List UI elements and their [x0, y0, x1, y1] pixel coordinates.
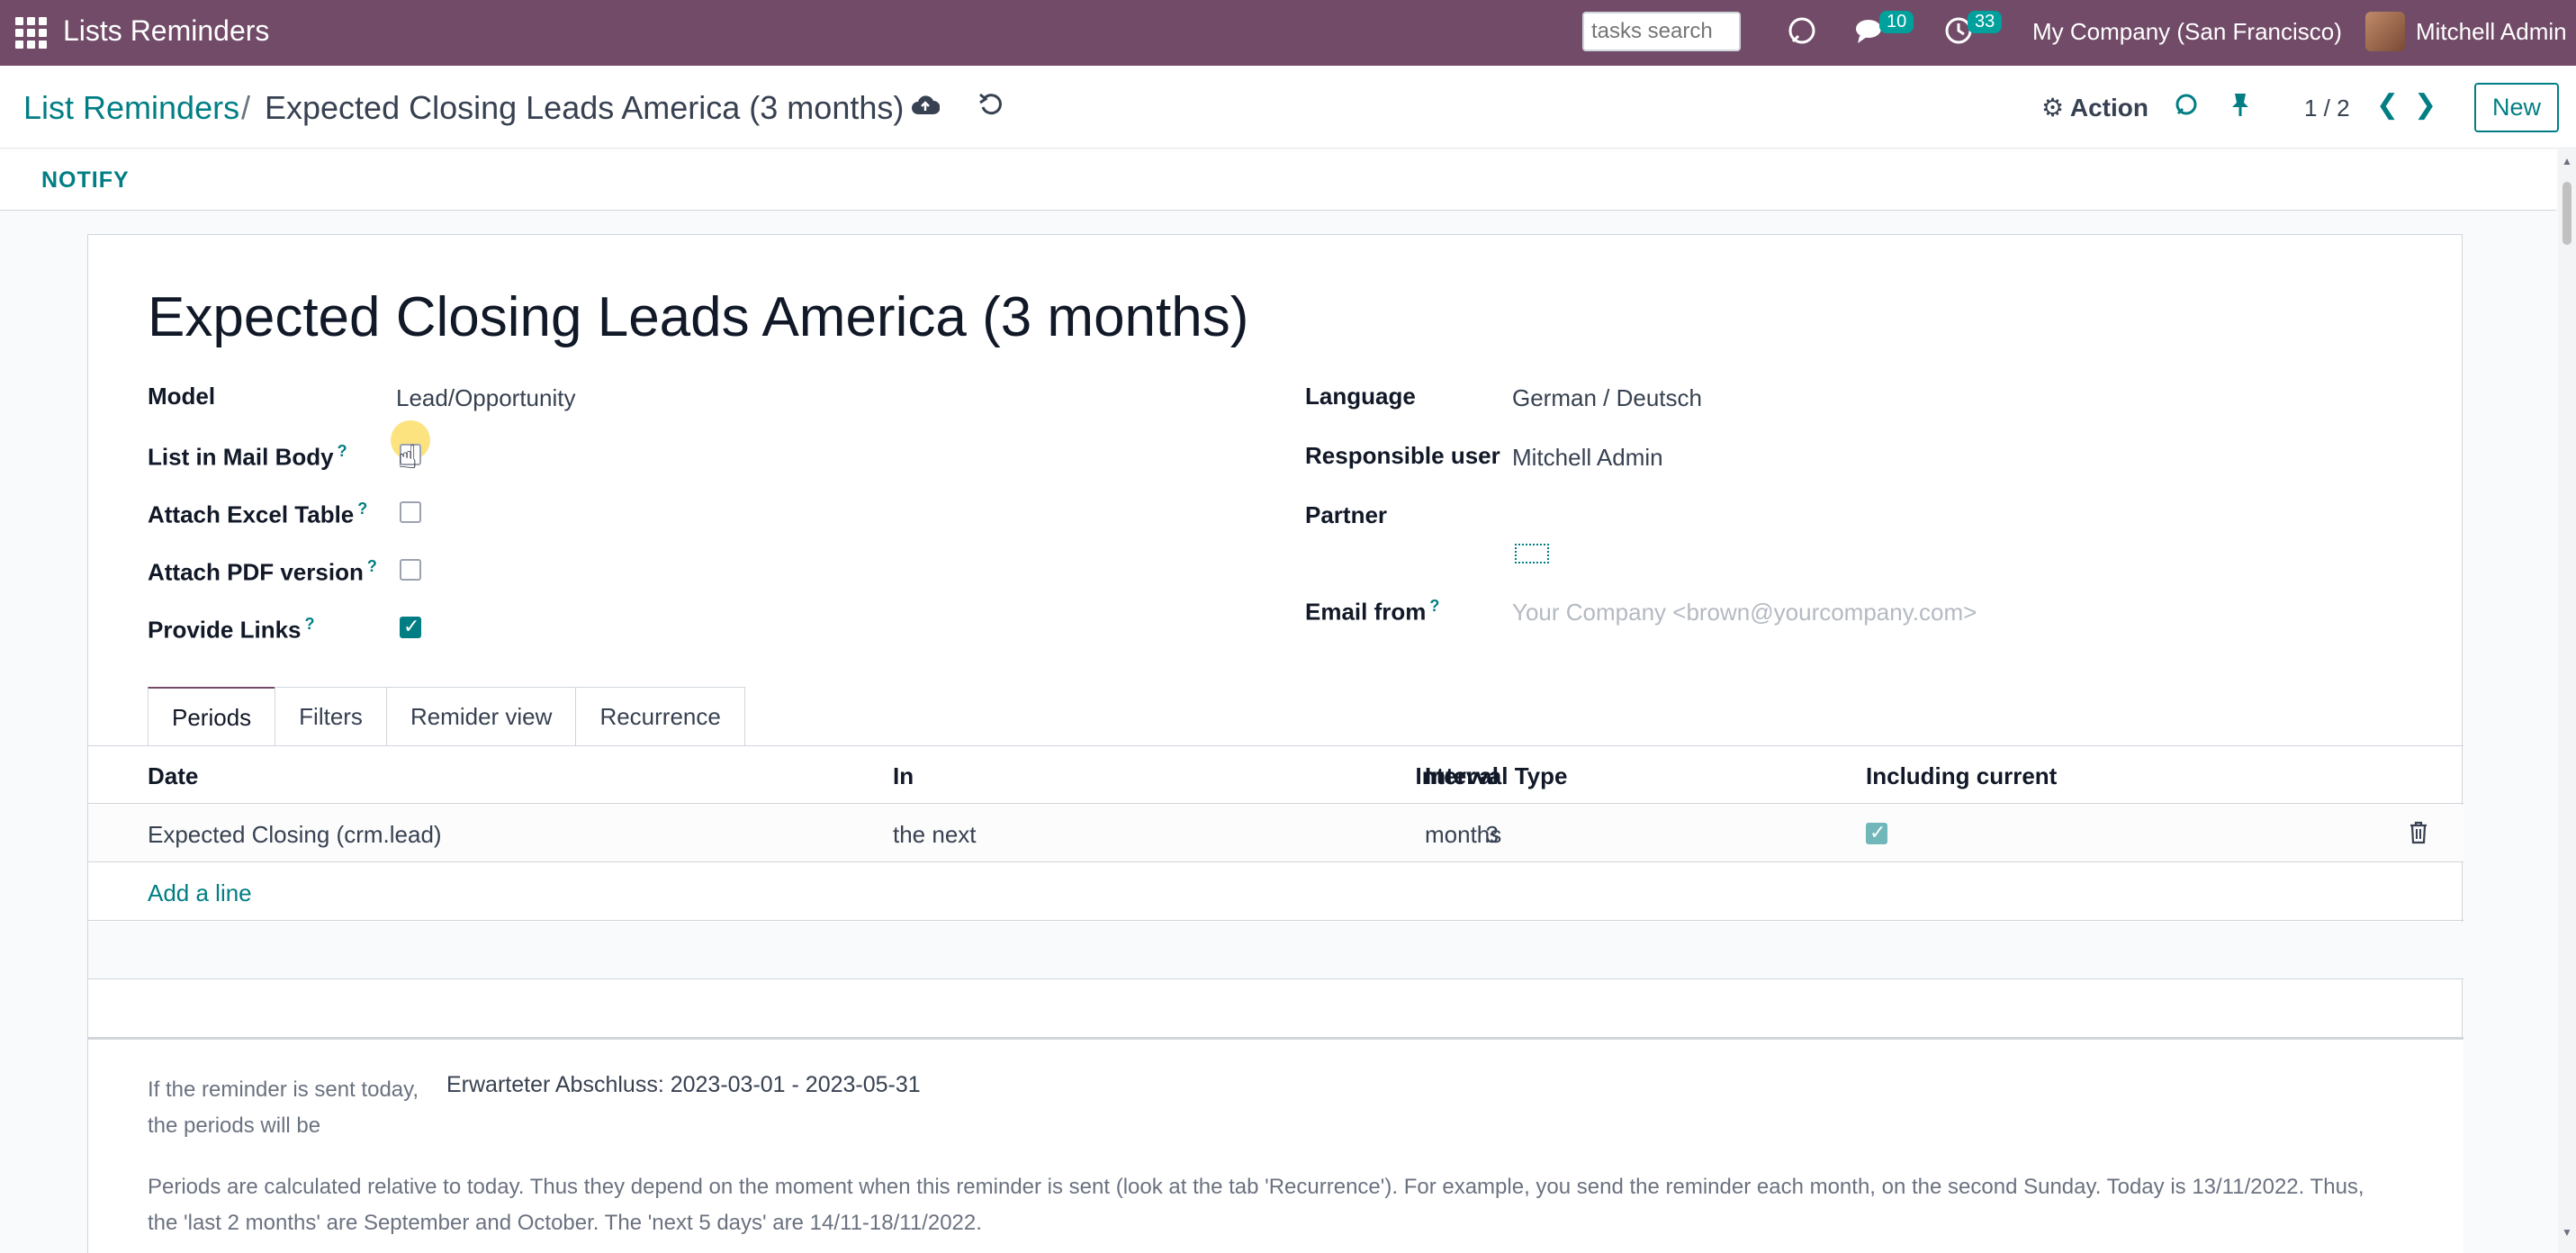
- attach-excel-checkbox[interactable]: [400, 501, 421, 523]
- messages-badge: 10: [1879, 11, 1914, 33]
- company-switcher[interactable]: My Company (San Francisco): [2032, 18, 2342, 46]
- responsible-user-label: Responsible user: [1305, 442, 1500, 469]
- row-date[interactable]: Expected Closing (crm.lead): [148, 821, 442, 849]
- add-line-link[interactable]: Add a line: [148, 879, 252, 907]
- user-avatar[interactable]: [2365, 12, 2405, 51]
- discard-changes-icon[interactable]: [977, 91, 1004, 125]
- periods-notes: If the reminder is sent today, the perio…: [88, 1038, 2463, 1253]
- periods-preview-value: Erwarteter Abschluss: 2023-03-01 - 2023-…: [446, 1072, 921, 1097]
- top-navbar: Lists Reminders 10 33 My Company (San Fr…: [0, 0, 2576, 66]
- column-including-current[interactable]: Including current: [1866, 762, 2057, 790]
- help-icon[interactable]: ?: [1429, 597, 1439, 615]
- periods-table-header: Date In Interval Interval Type Including…: [88, 746, 2463, 804]
- notify-button[interactable]: NOTIFY: [41, 167, 130, 194]
- gear-icon: ⚙: [2041, 94, 2065, 122]
- sync-icon[interactable]: [1786, 14, 1818, 54]
- model-label: Model: [148, 383, 216, 410]
- table-row[interactable]: Expected Closing (crm.lead) the next 3 m…: [88, 805, 2463, 862]
- attach-excel-label: Attach Excel Table?: [148, 500, 367, 529]
- pin-icon[interactable]: [2229, 91, 2252, 125]
- list-in-mail-body-text: List in Mail Body: [148, 443, 334, 471]
- row-interval-type[interactable]: months: [1425, 821, 1501, 849]
- chatter-sync-icon[interactable]: [2173, 91, 2200, 125]
- empty-row: [88, 922, 2463, 979]
- notebook-tabs: Periods Filters Remider view Recurrence: [148, 687, 745, 746]
- help-icon[interactable]: ?: [357, 500, 367, 518]
- user-menu[interactable]: Mitchell Admin: [2416, 18, 2567, 46]
- email-from-text: Email from: [1305, 598, 1427, 626]
- app-grid-icon[interactable]: [14, 16, 47, 49]
- tab-recurrence[interactable]: Recurrence: [575, 687, 745, 746]
- provide-links-text: Provide Links: [148, 616, 302, 644]
- add-line-row: Add a line: [88, 863, 2463, 921]
- provide-links-label: Provide Links?: [148, 615, 315, 645]
- language-value[interactable]: German / Deutsch: [1512, 384, 1702, 412]
- scroll-down-icon[interactable]: ▼: [2562, 1226, 2572, 1239]
- row-in[interactable]: the next: [893, 821, 977, 849]
- provide-links-checkbox[interactable]: [400, 615, 421, 638]
- breadcrumb-separator: /: [241, 89, 251, 126]
- breadcrumb-parent-link[interactable]: List Reminders: [23, 89, 239, 127]
- periods-explanation: Periods are calculated relative to today…: [148, 1175, 2364, 1235]
- save-cloud-icon[interactable]: [911, 93, 941, 125]
- form-sheet: Expected Closing Leads America (3 months…: [87, 234, 2463, 1253]
- partner-input[interactable]: [1515, 544, 1549, 563]
- page-scrollbar[interactable]: ▲ ▼: [2558, 149, 2576, 1253]
- action-menu-button[interactable]: ⚙ Action: [2041, 93, 2148, 122]
- delete-row-icon[interactable]: [2409, 821, 2428, 851]
- form-statusbar: NOTIFY: [0, 149, 2556, 211]
- activities-badge: 33: [1968, 11, 2003, 33]
- tab-periods[interactable]: Periods: [148, 687, 276, 746]
- help-icon[interactable]: ?: [338, 442, 347, 460]
- model-value: Lead/Opportunity: [396, 384, 576, 411]
- record-title[interactable]: Expected Closing Leads America (3 months…: [148, 285, 1248, 349]
- help-icon[interactable]: ?: [367, 557, 377, 575]
- app-title[interactable]: Lists Reminders: [63, 14, 269, 48]
- pager-previous-icon[interactable]: ❮: [2376, 89, 2399, 121]
- responsible-user-value[interactable]: Mitchell Admin: [1512, 444, 1663, 472]
- attach-pdf-checkbox[interactable]: [400, 559, 421, 581]
- column-interval-type[interactable]: Interval Type: [1425, 762, 1567, 790]
- language-label: Language: [1305, 383, 1416, 410]
- partner-label: Partner: [1305, 501, 1388, 528]
- scroll-thumb[interactable]: [2562, 182, 2571, 245]
- scroll-up-icon[interactable]: ▲: [2562, 155, 2572, 167]
- tab-filters[interactable]: Filters: [275, 687, 387, 746]
- breadcrumb-current: Expected Closing Leads America (3 months…: [265, 89, 905, 126]
- pager-value[interactable]: 1 / 2: [2304, 95, 2350, 122]
- pager-next-icon[interactable]: ❯: [2414, 89, 2436, 121]
- email-from-label: Email from?: [1305, 597, 1439, 626]
- attach-pdf-text: Attach PDF version: [148, 558, 364, 586]
- email-from-input[interactable]: Your Company <brown@yourcompany.com>: [1512, 599, 1977, 626]
- row-including-current-checkbox[interactable]: [1866, 821, 1887, 844]
- new-button[interactable]: New: [2474, 83, 2559, 132]
- tab-reminder-view[interactable]: Remider view: [385, 687, 577, 746]
- periods-preview-label: If the reminder is sent today, the perio…: [148, 1077, 419, 1138]
- column-date[interactable]: Date: [148, 762, 198, 790]
- help-icon[interactable]: ?: [305, 615, 315, 633]
- action-label: Action: [2069, 94, 2148, 122]
- list-in-mail-body-label: List in Mail Body?: [148, 442, 347, 472]
- attach-excel-text: Attach Excel Table: [148, 500, 355, 528]
- mouse-pointer-icon: ☝: [398, 438, 418, 475]
- attach-pdf-label: Attach PDF version?: [148, 557, 377, 587]
- column-in[interactable]: In: [893, 762, 914, 790]
- tasks-search-input[interactable]: [1582, 12, 1741, 51]
- control-panel: List Reminders / Expected Closing Leads …: [0, 66, 2576, 149]
- empty-row: [88, 980, 2463, 1038]
